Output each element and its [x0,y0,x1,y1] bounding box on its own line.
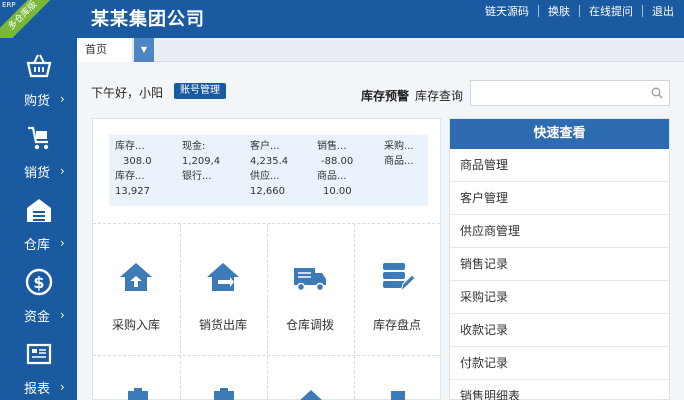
sidebar-item-label: 资金 [24,310,51,325]
action-label: 销货出库 [198,318,247,332]
source-link[interactable]: 链天源码 [485,3,529,19]
stat-card-inventory[interactable]: 库存... 308.0 库存... 13,927 [109,135,181,206]
sales-out-icon [207,263,239,291]
stat-label: 商品... [317,171,347,182]
truck-icon [294,268,326,292]
stat-card-customer[interactable]: 客户... 4,235.4 供应... 12,660 [244,135,316,206]
tab-dropdown-button[interactable]: ▼ [134,38,154,62]
chevron-right-icon: › [60,380,65,394]
stat-label: 银行... [182,171,212,182]
company-name: 某某集团公司 [91,9,205,30]
stat-label: 库存... [115,141,145,152]
stock-search-box[interactable] [470,80,670,106]
online-question-link[interactable]: 在线提问 [589,3,633,19]
clipboard-icon[interactable] [209,387,239,400]
sidebar-item-purchase[interactable]: 购货 › [0,44,77,116]
header-links: 链天源码 换肤 在线提问 退出 [485,3,674,19]
stock-warning-link[interactable]: 库存预警 [361,87,409,104]
quick-item-customer-management[interactable]: 客户管理 [450,182,669,215]
quick-item-purchase-records[interactable]: 采购记录 [450,281,669,314]
purchase-in-button[interactable]: 采购入库 [93,257,179,337]
stock-search-input[interactable] [471,81,641,105]
action-label: 仓库调拨 [285,318,334,332]
search-icon[interactable] [651,87,663,99]
basket-icon [26,54,52,78]
stat-value: 13,927 [115,186,150,197]
tab-strip: 首页 ▼ [77,38,684,62]
chevron-right-icon: › [60,308,65,322]
sidebar-item-reports[interactable]: 报表 › [0,332,77,400]
stat-label: 客户... [250,141,280,152]
chevron-right-icon: › [60,92,65,106]
action-label: 库存盘点 [372,318,421,332]
stat-value: 12,660 [250,186,285,197]
svg-text:$: $ [33,273,44,292]
warehouse-icon [27,199,51,222]
sidebar: 购货 › 销货 › 仓库 › $ 资金 › 报表 › [0,38,77,400]
stat-card-cash[interactable]: 现金: 1,209,4 银行... [176,135,248,206]
skin-link[interactable]: 换肤 [548,3,570,19]
stat-value: 1,209,4 [182,156,221,167]
stock-query-label[interactable]: 库存查询 [415,87,463,104]
document-icon[interactable] [383,387,413,400]
purchase-in-icon [120,263,152,291]
quick-item-sales-detail[interactable]: 销售明细表 [450,380,669,400]
greeting-text: 下午好，小阳 [91,86,164,100]
stat-label: 供应... [250,171,280,182]
warehouse-transfer-button[interactable]: 仓库调拨 [267,257,353,337]
quick-view-panel: 快速查看 商品管理 客户管理 供应商管理 销售记录 采购记录 收款记录 付款记录… [449,118,670,400]
quick-item-product-management[interactable]: 商品管理 [450,149,669,182]
dashboard-panel: 库存... 308.0 库存... 13,927 现金: 1,209,4 银行.… [92,118,441,400]
inventory-count-icon [383,263,416,293]
stat-label: 库存... [115,171,145,182]
home-icon[interactable] [296,387,326,400]
quick-item-supplier-management[interactable]: 供应商管理 [450,215,669,248]
chevron-right-icon: › [60,236,65,250]
stat-label: 销售... [317,141,347,152]
erp-tag: ERP [2,1,16,9]
quick-item-sales-records[interactable]: 销售记录 [450,248,669,281]
dollar-icon: $ [25,268,53,296]
quick-view-title: 快速查看 [450,119,669,149]
stat-label: 商品... [384,156,414,167]
clipboard-icon[interactable] [123,387,153,400]
tab-home[interactable]: 首页 [77,38,133,62]
inventory-count-button[interactable]: 库存盘点 [354,257,440,337]
stat-label: 现金: [182,141,206,152]
action-label: 采购入库 [111,318,160,332]
stat-value: -88.00 [321,156,354,167]
sidebar-item-label: 仓库 [24,238,51,253]
sidebar-item-warehouse[interactable]: 仓库 › [0,188,77,260]
chevron-right-icon: › [60,164,65,178]
stat-label: 采购... [384,141,414,152]
quick-item-payment-records[interactable]: 付款记录 [450,347,669,380]
sidebar-item-label: 销货 [24,166,51,181]
stat-value: 10.00 [323,186,352,197]
stat-card-purchase[interactable]: 采购... 商品... [378,135,428,206]
link-divider [579,5,580,17]
sales-out-button[interactable]: 销货出库 [180,257,266,337]
link-divider [538,5,539,17]
sidebar-item-label: 报表 [24,382,51,397]
sidebar-item-label: 购货 [24,94,51,109]
link-divider [642,5,643,17]
account-management-button[interactable]: 账号管理 [174,83,226,99]
caret-down-icon: ▼ [140,45,148,54]
sidebar-item-funds[interactable]: $ 资金 › [0,260,77,332]
sidebar-item-sales[interactable]: 销货 › [0,116,77,188]
stat-value: 4,235.4 [250,156,289,167]
top-header: 多仓库版 ERP 某某集团公司 链天源码 换肤 在线提问 退出 [0,0,684,54]
quick-item-receipt-records[interactable]: 收款记录 [450,314,669,347]
stat-card-sales[interactable]: 销售... -88.00 商品... 10.00 [311,135,383,206]
cart-icon [28,126,49,150]
report-icon [26,343,52,365]
stat-value: 308.0 [123,156,152,167]
logout-link[interactable]: 退出 [652,3,674,19]
